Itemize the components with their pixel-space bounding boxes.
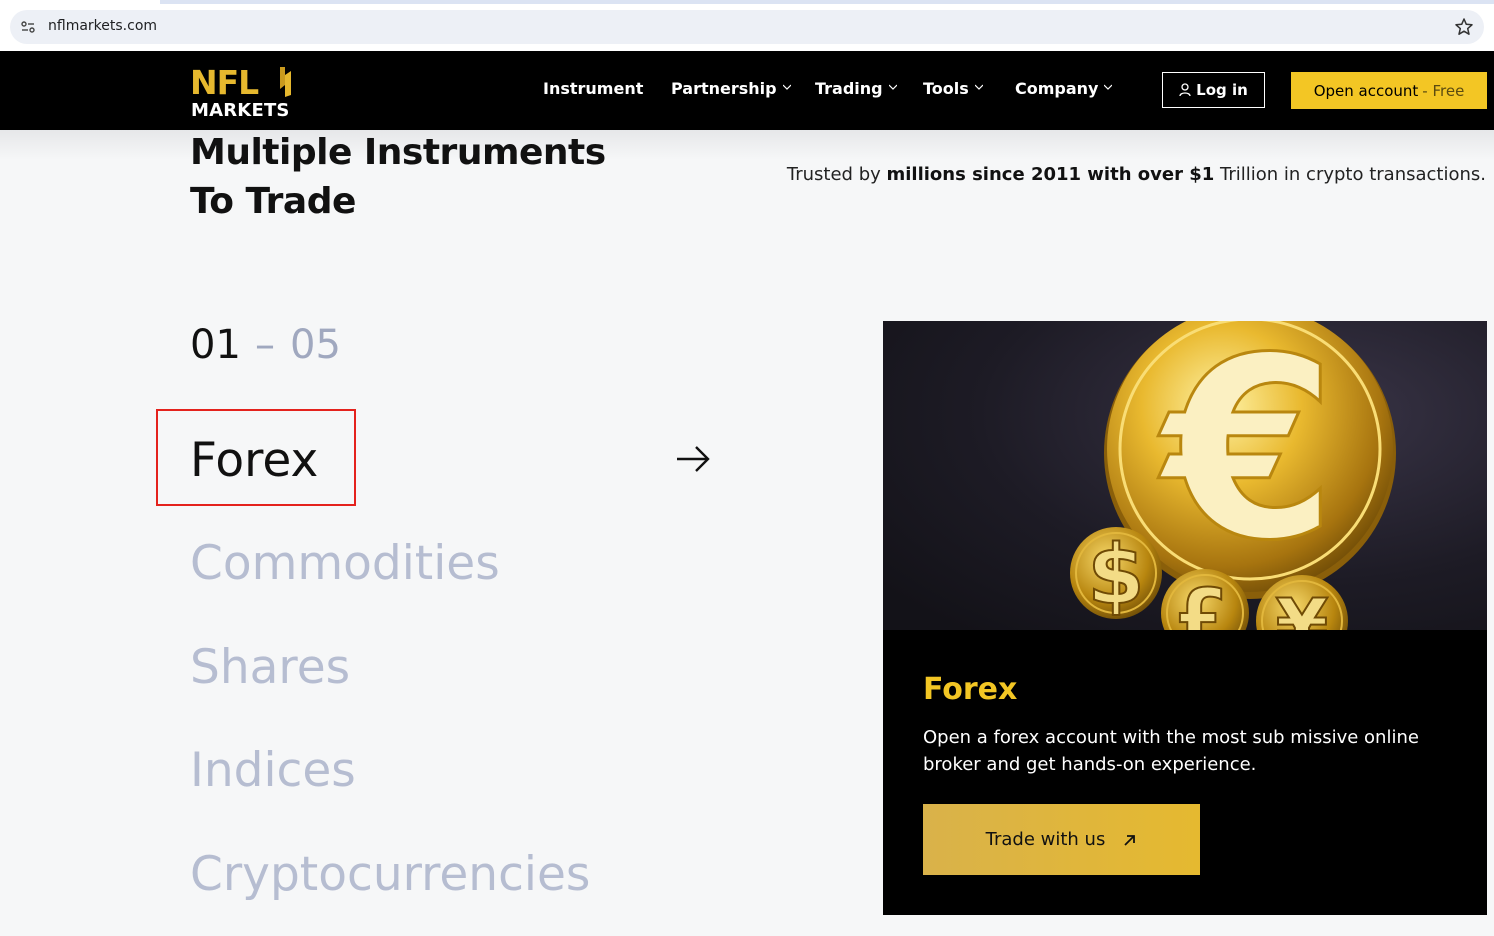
logo-wordmark-bottom: MARKETS — [191, 100, 290, 121]
nav-label: Partnership — [671, 79, 777, 98]
arrow-up-right-icon — [1124, 834, 1136, 846]
nfl-markets-logo[interactable]: NFL MARKETS — [190, 63, 294, 121]
card-title: Forex — [923, 672, 1018, 707]
counter-dash: – — [255, 322, 275, 368]
nav-company[interactable]: Company — [1015, 79, 1113, 98]
login-button[interactable]: Log in — [1162, 72, 1265, 108]
site-header: NFL MARKETS Instrument Partnership Tradi… — [0, 51, 1494, 130]
category-shares[interactable]: Shares — [190, 640, 350, 695]
chevron-down-icon — [888, 84, 897, 90]
tab-strip — [160, 0, 1494, 4]
nav-trading[interactable]: Trading — [815, 79, 897, 98]
address-bar[interactable]: nflmarkets.com — [10, 10, 1484, 44]
bookmark-star-icon[interactable] — [1454, 17, 1474, 37]
chevron-down-icon — [1104, 84, 1113, 90]
counter-current: 01 — [190, 322, 241, 368]
trust-bold: millions since 2011 with over $1 — [886, 164, 1215, 185]
pound-symbol: £ — [1174, 574, 1228, 631]
chevron-down-icon — [974, 84, 983, 90]
site-info-icon[interactable] — [20, 19, 36, 35]
euro-symbol: € — [1158, 321, 1337, 595]
section-title-line2: To Trade — [190, 181, 356, 222]
nav-label: Company — [1015, 79, 1099, 98]
open-account-label: Open account — [1313, 81, 1419, 100]
category-commodities[interactable]: Commodities — [190, 536, 500, 591]
nav-label: Trading — [815, 79, 883, 98]
dollar-symbol: $ — [1087, 528, 1144, 623]
nav-instrument[interactable]: Instrument — [543, 79, 643, 98]
open-account-button[interactable]: Open account - Free — [1291, 72, 1487, 109]
user-icon — [1179, 83, 1191, 97]
login-label: Log in — [1196, 81, 1248, 99]
nav-label: Instrument — [543, 79, 644, 98]
open-account-free-label: - Free — [1422, 81, 1465, 100]
category-indices[interactable]: Indices — [190, 743, 356, 798]
forex-coins-image: € $ £ ¥ — [883, 321, 1487, 631]
browser-toolbar: nflmarkets.com — [0, 0, 1494, 52]
nav-label: Tools — [923, 79, 969, 98]
counter-total: 05 — [290, 322, 341, 368]
yen-symbol: ¥ — [1276, 582, 1329, 631]
logo-wordmark-top: NFL — [190, 63, 259, 102]
forex-card: Forex Open a forex account with the most… — [883, 630, 1487, 915]
url-text[interactable]: nflmarkets.com — [48, 18, 157, 34]
trust-prefix: Trusted by — [786, 164, 887, 185]
nav-tools[interactable]: Tools — [923, 79, 983, 98]
logo-mark-icon — [280, 67, 291, 97]
trust-suffix: Trillion in crypto transactions. — [1214, 164, 1486, 185]
card-description: Open a forex account with the most sub m… — [923, 727, 1419, 775]
category-forex[interactable]: Forex — [190, 433, 318, 488]
trade-with-us-button[interactable]: Trade with us — [923, 804, 1200, 875]
trust-statement: Trusted by millions since 2011 with over… — [787, 164, 1486, 185]
section-title: Multiple Instruments To Trade — [190, 128, 606, 226]
arrow-right-icon[interactable] — [674, 443, 712, 475]
section-title-line1: Multiple Instruments — [190, 132, 606, 173]
category-cryptocurrencies[interactable]: Cryptocurrencies — [190, 847, 590, 902]
trade-button-label: Trade with us — [985, 829, 1106, 850]
chevron-down-icon — [782, 84, 791, 90]
nav-partnership[interactable]: Partnership — [671, 79, 791, 98]
